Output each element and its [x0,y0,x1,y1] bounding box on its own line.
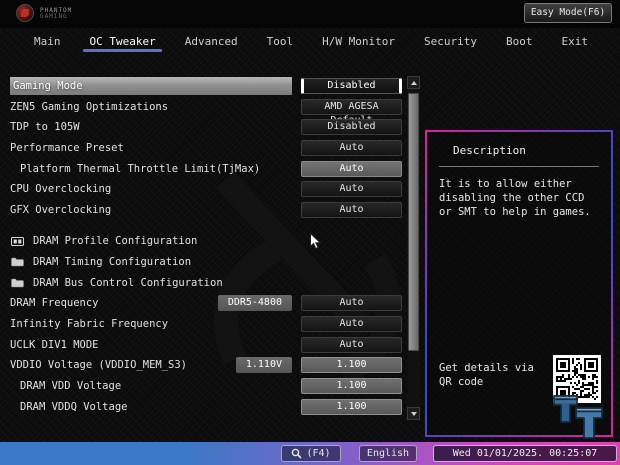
search-button[interactable]: (F4) [281,445,341,462]
setting-row[interactable]: GFX Overclocking Auto [10,201,402,219]
setting-label: DRAM VDDQ Voltage [20,400,128,413]
setting-value[interactable]: Auto [301,295,402,312]
dram-icon [10,236,24,246]
header: PHANTOM GAMING Easy Mode(F6) [0,0,620,28]
qr-caption: Get details via QR code [439,362,534,388]
description-body: It is to allow either disabling the othe… [439,178,591,218]
setting-value[interactable]: 1.100 [301,377,402,394]
config-link-label: DRAM Profile Configuration [33,235,198,248]
scrollbar[interactable] [407,76,420,420]
setting-row[interactable]: UCLK DIV1 MODE Auto [10,336,402,354]
tab-boot[interactable]: Boot [506,28,533,55]
setting-row[interactable]: DRAM VDDQ Voltage 1.100 [10,398,402,416]
setting-value[interactable]: Auto [301,336,402,353]
config-link-row[interactable]: DRAM Timing Configuration [10,253,402,271]
setting-value[interactable]: 1.100 [301,398,402,415]
setting-label: UCLK DIV1 MODE [10,338,99,351]
setting-value[interactable]: Disabled [301,78,402,94]
tab-main[interactable]: Main [34,28,61,55]
tweaktown-watermark-icon [551,391,607,449]
brand-logo: PHANTOM GAMING [16,4,72,22]
phantom-gaming-logo-icon [16,4,34,22]
tab-advanced[interactable]: Advanced [185,28,238,55]
settings-list: Gaming Mode Disabled ZEN5 Gaming Optimizat… [10,77,402,418]
setting-label: GFX Overclocking [10,204,112,217]
setting-row[interactable]: Infinity Fabric Frequency Auto [10,315,402,333]
description-title: Description [453,144,526,157]
setting-value[interactable]: 1.100 [301,357,402,374]
setting-label: CPU Overclocking [10,183,112,196]
easy-mode-button[interactable]: Easy Mode(F6) [524,3,612,23]
setting-label: ZEN5 Gaming Optimizations [10,100,169,113]
menu-bar: Main OC Tweaker Advanced Tool H/W Monitor Sec… [0,28,620,55]
setting-row[interactable]: TDP to 105W Disabled [10,118,402,136]
folder-icon [10,257,24,267]
setting-label: Platform Thermal Throttle Limit(TjMax) [20,162,261,175]
tab-h-w-monitor[interactable]: H/W Monitor [322,28,395,55]
setting-value[interactable]: Auto [301,140,402,157]
folder-icon [10,278,24,288]
setting-label: Infinity Fabric Frequency [10,317,169,330]
setting-row[interactable]: Platform Thermal Throttle Limit(TjMax) Au… [10,160,402,178]
setting-info-value: DDR5-4800 [217,295,292,312]
bios-screen: PHANTOM GAMING Easy Mode(F6) Main OC Twea… [0,0,620,465]
setting-row[interactable]: ZEN5 Gaming Optimizations AMD AGESA Defau… [10,98,402,126]
tab-oc-tweaker[interactable]: OC Tweaker [83,28,162,55]
status-bar: (F4) English Wed 01/01/2025. 00:25:07 [0,442,620,465]
scroll-up-button[interactable] [407,76,420,89]
setting-value[interactable]: Auto [301,160,402,177]
config-link-row[interactable]: DRAM Bus Control Configuration [10,274,402,292]
search-icon [292,448,303,459]
setting-row[interactable]: DRAM VDD Voltage 1.100 [10,377,402,395]
tab-security[interactable]: Security [424,28,477,55]
setting-row[interactable]: DRAM Frequency DDR5-4800 Auto [10,294,402,312]
arrow-up-icon [410,80,417,85]
setting-label: VDDIO Voltage (VDDIO_MEM_S3) [10,359,188,372]
scrollbar-thumb[interactable] [408,93,419,351]
search-hotkey-label: (F4) [306,448,331,459]
setting-value[interactable]: Auto [301,202,402,219]
tab-tool[interactable]: Tool [267,28,294,55]
setting-row[interactable]: VDDIO Voltage (VDDIO_MEM_S3) 1.110V 1.100 [10,356,402,374]
setting-label: DRAM Frequency [10,297,99,310]
config-link-label: DRAM Timing Configuration [33,255,192,268]
config-link-label: DRAM Bus Control Configuration [33,276,223,289]
setting-value[interactable]: Auto [301,181,402,198]
setting-info-value: 1.110V [235,357,292,374]
brand-text: PHANTOM GAMING [40,6,72,20]
arrow-down-icon [410,411,417,416]
setting-row[interactable]: CPU Overclocking Auto [10,180,402,198]
tab-exit[interactable]: Exit [561,28,588,55]
setting-row[interactable]: Performance Preset Auto [10,139,402,157]
setting-label: Performance Preset [10,142,124,155]
setting-label: DRAM VDD Voltage [20,379,122,392]
description-separator [439,166,599,167]
setting-value[interactable]: Auto [301,315,402,332]
brand-line2: GAMING [40,13,68,20]
config-link-row[interactable]: DRAM Profile Configuration [10,232,402,250]
setting-value[interactable]: Disabled [301,119,402,136]
setting-label: TDP to 105W [10,121,80,134]
scroll-down-button[interactable] [407,407,420,420]
setting-label: Gaming Mode [10,77,292,95]
setting-row[interactable]: Gaming Mode Disabled [10,77,402,95]
language-button[interactable]: English [359,445,417,462]
setting-value[interactable]: AMD AGESA Default [301,98,402,126]
